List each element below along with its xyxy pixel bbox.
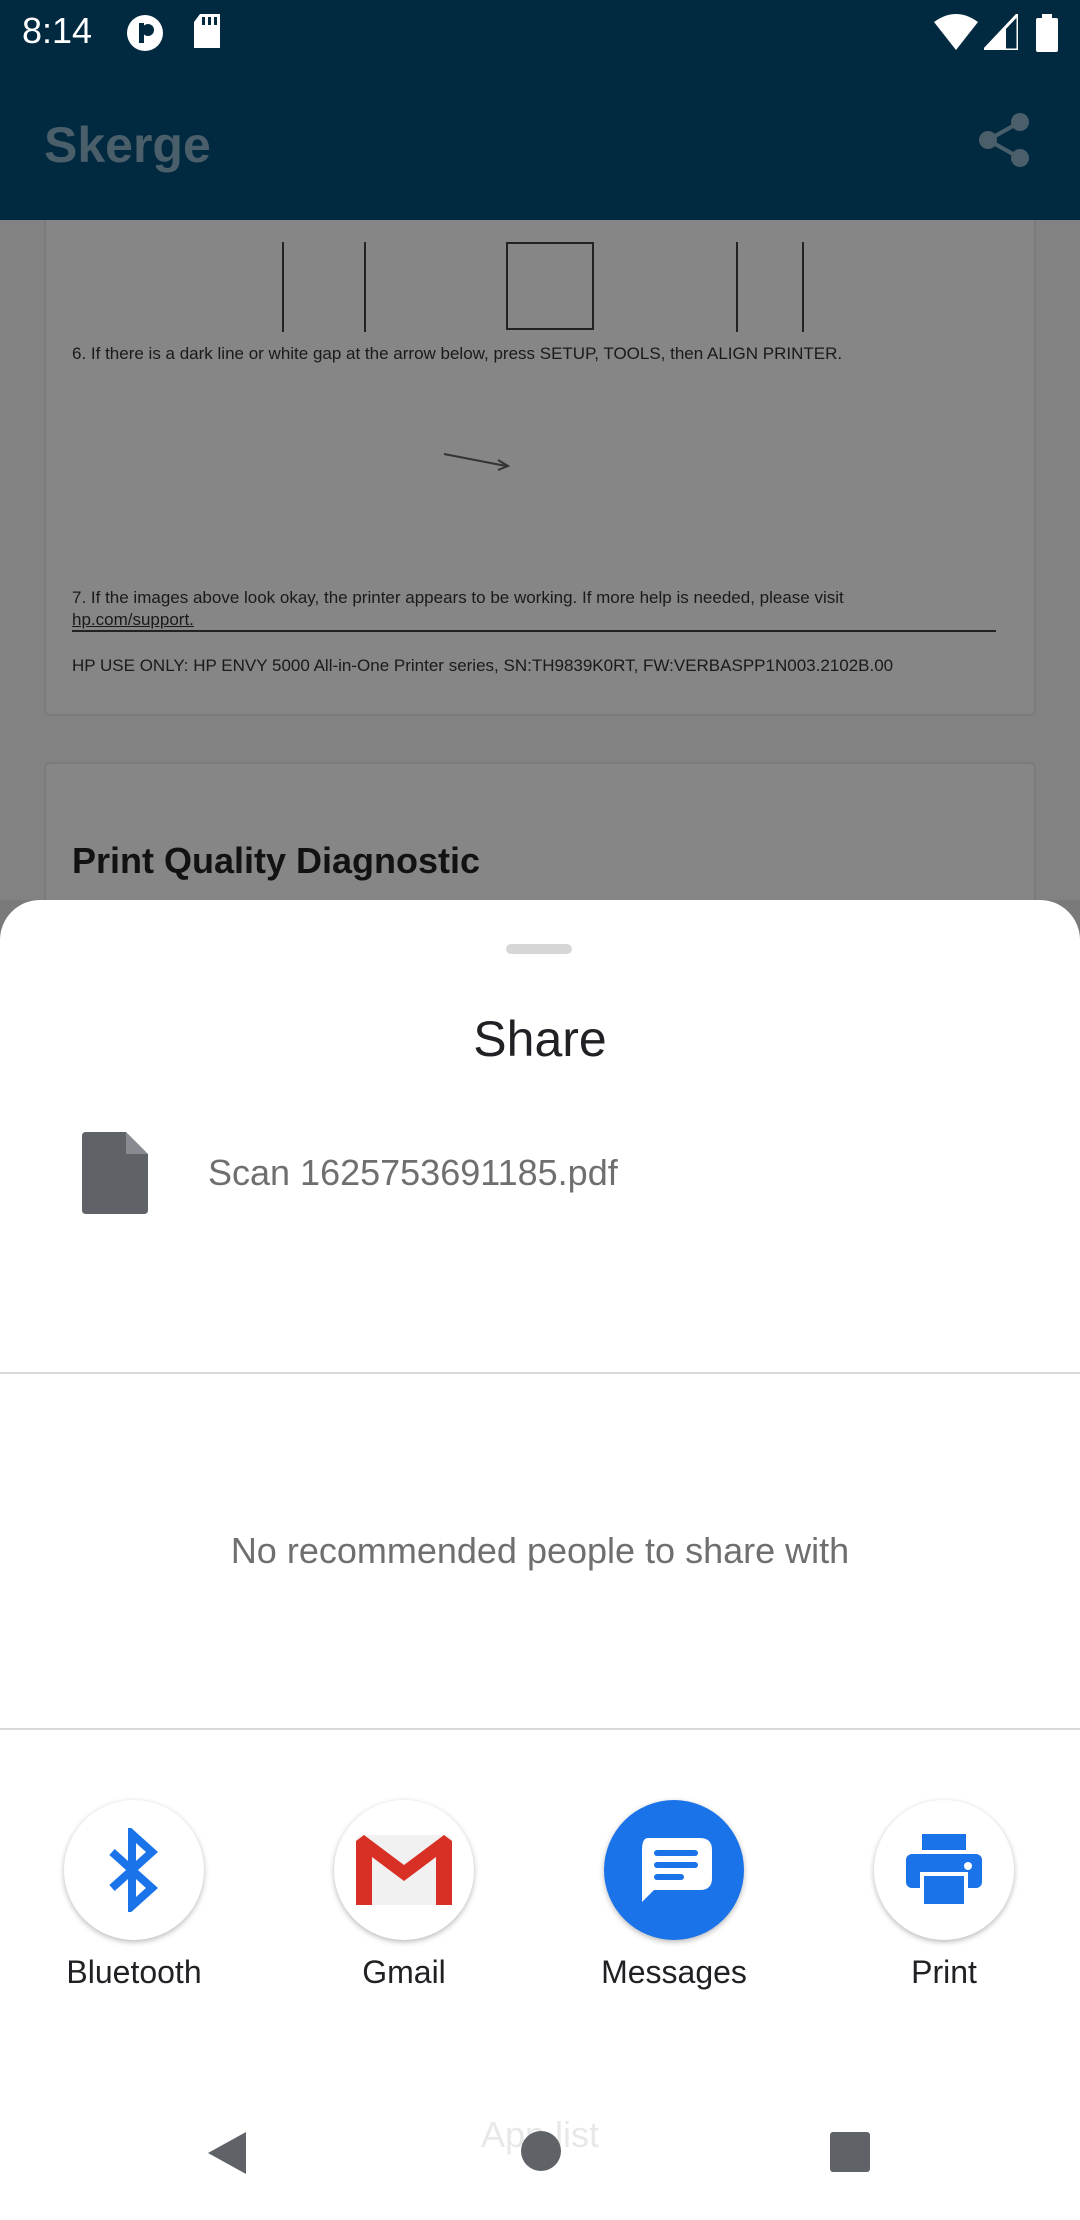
share-target-label: Gmail: [362, 1954, 446, 1990]
file-icon: [82, 1132, 148, 1214]
share-target-messages[interactable]: Messages: [570, 1800, 770, 2000]
signal-icon: [984, 14, 1018, 50]
document-preview: 6. If there is a dark line or white gap …: [0, 220, 1080, 900]
navigation-bar: App list: [0, 2086, 1080, 2220]
document-page: 6. If there is a dark line or white gap …: [44, 220, 1036, 716]
share-title: Share: [473, 1011, 607, 1067]
document-page: Print Quality Diagnostic: [44, 762, 1036, 900]
test-pattern-line: [736, 242, 738, 332]
battery-icon: [1036, 14, 1058, 52]
messages-icon: [642, 1838, 712, 1902]
doc-line: 6. If there is a dark line or white gap …: [72, 344, 843, 363]
print-icon: [906, 1834, 982, 1906]
share-target-label: Print: [911, 1954, 977, 1990]
share-target-label: Messages: [601, 1954, 747, 1990]
file-name: Scan 1625753691185.pdf: [208, 1152, 618, 1193]
arrow-icon: [443, 453, 511, 471]
doc-link: hp.com/support.: [72, 610, 194, 629]
doc-line: HP USE ONLY: HP ENVY 5000 All-in-One Pri…: [72, 656, 894, 675]
share-target-bluetooth[interactable]: Bluetooth: [30, 1800, 230, 2000]
doc-rule: [72, 630, 996, 632]
app-notification-icon: [127, 15, 163, 51]
app-title: Skerge: [44, 117, 211, 173]
wifi-icon: [934, 14, 978, 50]
no-recommendations-text: No recommended people to share with: [230, 1530, 850, 1571]
share-target-gmail[interactable]: Gmail: [300, 1800, 500, 2000]
back-icon[interactable]: [204, 2130, 250, 2176]
home-icon[interactable]: [518, 2128, 564, 2174]
sd-card-icon: [194, 14, 220, 48]
app-bar: Skerge: [0, 66, 1080, 220]
share-target-label: Bluetooth: [66, 1954, 202, 1990]
divider: [0, 1372, 1080, 1374]
gmail-icon: [356, 1835, 452, 1905]
status-bar: 8:14: [0, 0, 1080, 66]
doc-title: Print Quality Diagnostic: [72, 840, 481, 881]
recents-icon[interactable]: [828, 2130, 874, 2176]
test-pattern-line: [802, 242, 804, 332]
divider: [0, 1728, 1080, 1730]
share-target-print[interactable]: Print: [840, 1800, 1040, 2000]
test-pattern-line: [282, 242, 284, 332]
test-pattern-line: [364, 242, 366, 332]
share-sheet: Share Scan 1625753691185.pdf No recommen…: [0, 900, 1080, 2086]
bluetooth-icon: [109, 1828, 158, 1912]
test-pattern-box: [506, 242, 594, 330]
share-icon[interactable]: [974, 110, 1034, 170]
doc-line: 7. If the images above look okay, the pr…: [72, 588, 844, 607]
status-time: 8:14: [22, 10, 93, 51]
drag-handle[interactable]: [506, 944, 572, 954]
